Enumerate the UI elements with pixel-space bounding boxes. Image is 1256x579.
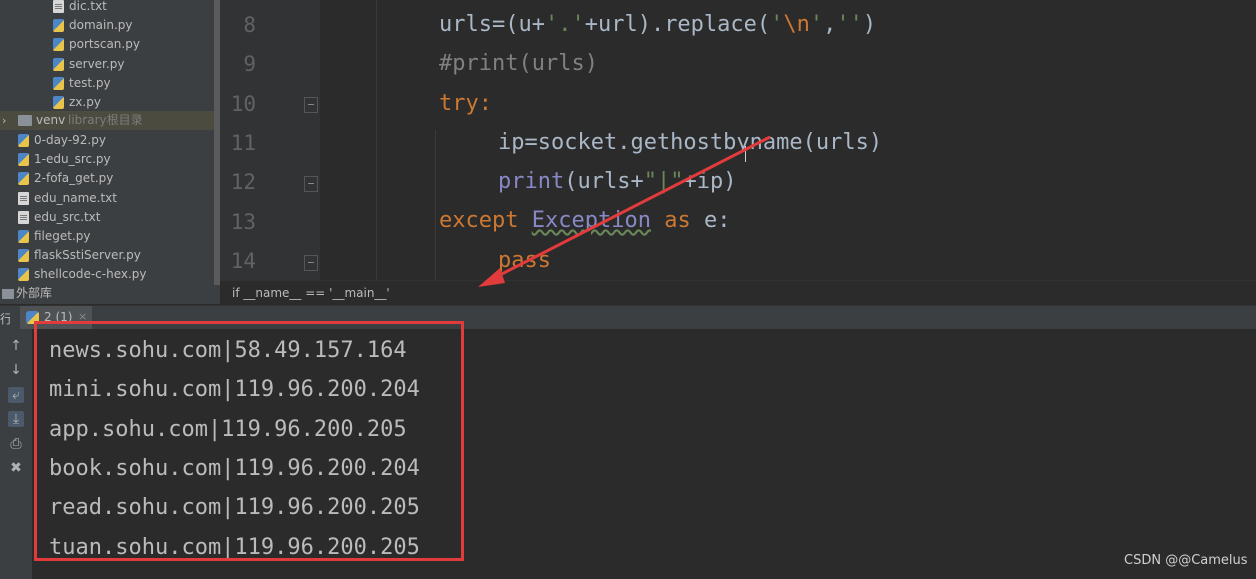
annotation-arrow — [478, 135, 771, 287]
watermark: CSDN @@Camelus — [1124, 553, 1248, 568]
